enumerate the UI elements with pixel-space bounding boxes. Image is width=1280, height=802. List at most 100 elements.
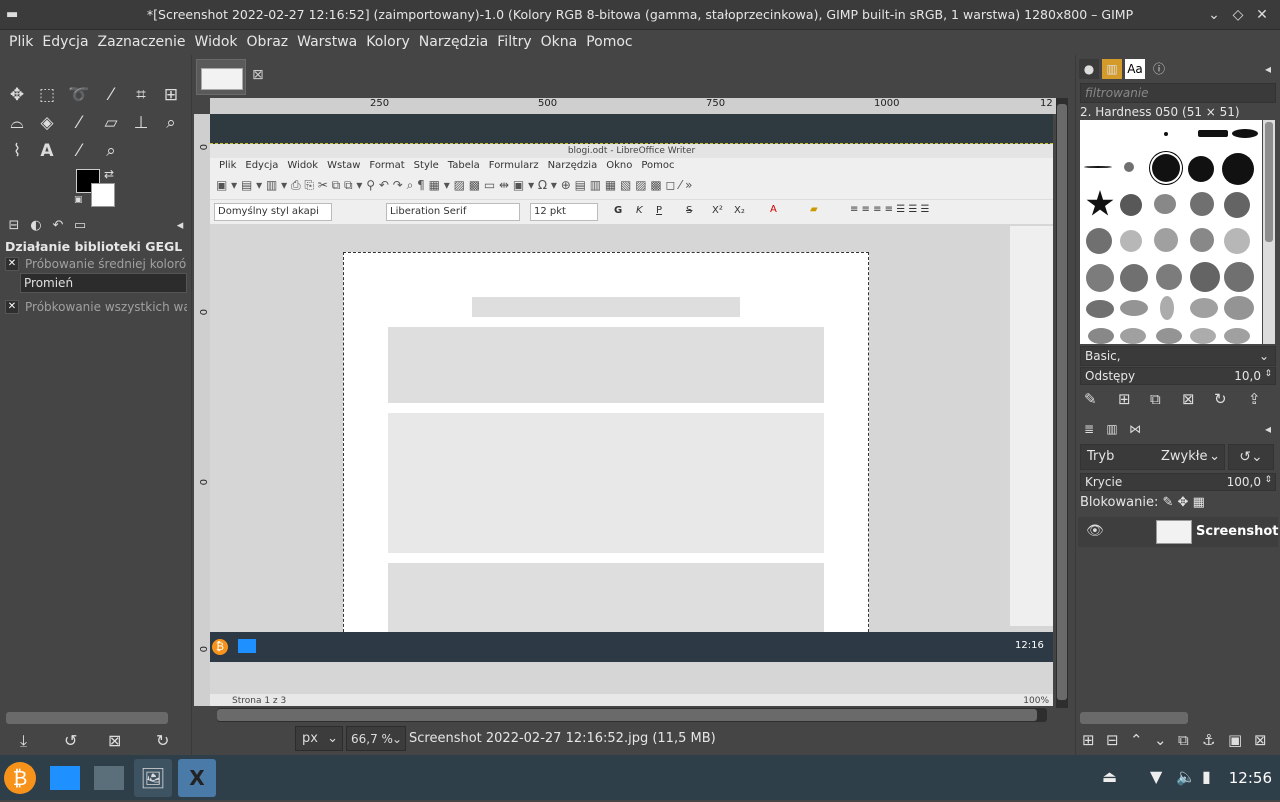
close-icon[interactable]: ✕ — [1252, 5, 1272, 25]
mask-layer-icon[interactable]: ▣ — [1228, 731, 1242, 749]
text-tool-icon[interactable]: A — [34, 138, 60, 164]
undo-history-tab-icon[interactable]: ↶ — [48, 218, 68, 236]
bitcoin-app-icon[interactable]: ₿ — [4, 762, 36, 794]
brush-item[interactable] — [1156, 328, 1182, 344]
terminal-icon[interactable] — [90, 759, 128, 797]
new-group-icon[interactable]: ⊟ — [1106, 731, 1119, 749]
minimize-icon[interactable]: ⌄ — [1204, 5, 1224, 25]
brush-item[interactable] — [1160, 296, 1174, 320]
smudge-icon[interactable]: ⌕ — [158, 110, 184, 136]
brush-item[interactable] — [1224, 192, 1250, 218]
layer-mode-select[interactable]: Tryb Zwykłe ⌄ — [1080, 444, 1225, 470]
brush-item[interactable] — [1188, 156, 1214, 182]
gimp-task-icon[interactable]: 🖼 — [134, 759, 172, 797]
layers-tab-icon[interactable]: ≣ — [1079, 419, 1099, 439]
usb-drive-icon[interactable]: ⏏ — [1102, 767, 1117, 786]
brush-item[interactable] — [1086, 300, 1114, 318]
menu-help[interactable]: Pomoc — [586, 30, 632, 50]
brush-item[interactable] — [1232, 129, 1258, 138]
layers-scrollbar[interactable] — [1080, 712, 1188, 724]
delete-layer-icon[interactable]: ⊠ — [1254, 731, 1267, 749]
crop-icon[interactable]: ⌗ — [128, 82, 154, 108]
brush-item[interactable] — [1190, 192, 1214, 216]
brush-item[interactable] — [1222, 153, 1254, 185]
fuzzy-select-icon[interactable]: ⁄ — [98, 82, 124, 108]
warp-icon[interactable]: ⌓ — [4, 110, 30, 136]
horizontal-scroll-thumb[interactable] — [217, 709, 1037, 721]
brush-item[interactable] — [1224, 228, 1250, 254]
dock-menu-icon[interactable]: ◂ — [1258, 59, 1278, 79]
radius-field[interactable]: Promień — [20, 273, 187, 293]
battery-icon[interactable]: ▮ — [1202, 767, 1211, 786]
swap-colors-icon[interactable]: ⇄ — [104, 167, 114, 181]
brush-item[interactable] — [1224, 296, 1254, 320]
images-tab-icon[interactable]: ▭ — [70, 218, 90, 236]
brush-item[interactable] — [1120, 300, 1148, 316]
menu-view[interactable]: Widok — [195, 30, 238, 50]
raise-layer-icon[interactable]: ⌃ — [1130, 731, 1143, 749]
menu-select[interactable]: Zaznaczenie — [98, 30, 186, 50]
close-tab-icon[interactable]: ⊠ — [252, 67, 264, 83]
toolbox-scrollbar[interactable] — [6, 712, 168, 724]
duplicate-layer-icon[interactable]: ⧉ — [1178, 731, 1189, 749]
sample-merged-checkbox[interactable]: ✕ — [5, 300, 19, 314]
duplicate-brush-icon[interactable]: ⧉ — [1150, 390, 1161, 408]
vertical-scrollbar[interactable] — [1056, 98, 1068, 708]
brush-item[interactable] — [1190, 328, 1216, 344]
brush-scroll-thumb[interactable] — [1265, 122, 1273, 242]
delete-options-icon[interactable]: ⊠ — [108, 731, 121, 750]
wifi-icon[interactable]: ▼ — [1150, 767, 1162, 786]
brush-item[interactable] — [1154, 228, 1178, 252]
fonts-tab-icon[interactable]: Aa — [1125, 59, 1145, 79]
vertical-ruler[interactable]: 0 2 5 0 5 0 0 7 5 0 — [194, 114, 228, 706]
background-color[interactable] — [91, 183, 115, 207]
menu-layer[interactable]: Warstwa — [297, 30, 357, 50]
lock-pixels-icon[interactable]: ✎ — [1162, 495, 1173, 510]
brush-item[interactable] — [1120, 230, 1142, 252]
new-brush-icon[interactable]: ⊞ — [1118, 390, 1131, 408]
menu-image[interactable]: Obraz — [247, 30, 289, 50]
brush-item[interactable] — [1120, 264, 1148, 292]
vertical-scroll-thumb[interactable] — [1057, 104, 1067, 700]
paintbrush-icon[interactable]: ⁄ — [66, 110, 92, 136]
brush-item[interactable] — [1224, 262, 1254, 292]
brush-item[interactable] — [1164, 132, 1168, 136]
reset-colors-icon[interactable]: ▣ — [74, 195, 84, 205]
device-status-tab-icon[interactable]: ◐ — [26, 218, 46, 236]
brush-item[interactable] — [1154, 194, 1176, 214]
lower-layer-icon[interactable]: ⌄ — [1154, 731, 1167, 749]
open-brush-icon[interactable]: ⇪ — [1248, 390, 1261, 408]
new-layer-icon[interactable]: ⊞ — [1082, 731, 1095, 749]
menu-colors[interactable]: Kolory — [366, 30, 410, 50]
channels-tab-icon[interactable]: ▥ — [1102, 419, 1122, 439]
zoom-icon[interactable]: ⌕ — [98, 138, 124, 164]
brush-grid[interactable] — [1080, 120, 1262, 344]
brush-item[interactable] — [1224, 328, 1250, 344]
refresh-brushes-icon[interactable]: ↻ — [1214, 390, 1227, 408]
mode-reset-button[interactable]: ↺⌄ — [1228, 444, 1274, 470]
image-tab[interactable] — [196, 59, 246, 95]
anchor-layer-icon[interactable]: ⚓ — [1202, 731, 1215, 749]
color-picker-icon[interactable]: ⁄ — [66, 138, 92, 164]
menu-edit[interactable]: Edycja — [42, 30, 88, 50]
clone-icon[interactable]: ⊥ — [128, 110, 154, 136]
transform-icon[interactable]: ⊞ — [158, 82, 184, 108]
paths-tab-icon[interactable]: ⋈ — [1125, 419, 1145, 439]
delete-brush-icon[interactable]: ⊠ — [1182, 390, 1195, 408]
save-options-icon[interactable]: ⤓ — [20, 731, 27, 751]
lock-position-icon[interactable]: ✥ — [1178, 495, 1189, 510]
brush-item[interactable] — [1086, 190, 1114, 216]
unit-select[interactable]: px ⌄ — [295, 726, 343, 751]
brush-item[interactable] — [1190, 298, 1218, 318]
zoom-select[interactable]: 66,7 % ⌄ — [346, 726, 406, 751]
rect-select-icon[interactable]: ⬚ — [34, 82, 60, 108]
brush-scrollbar[interactable] — [1263, 120, 1275, 344]
restore-options-icon[interactable]: ↺ — [64, 731, 77, 750]
visibility-eye-icon[interactable]: 👁 — [1086, 523, 1104, 539]
lasso-icon[interactable]: ➰ — [66, 82, 92, 108]
image-canvas[interactable]: blogi.odt - LibreOffice Writer Plik Edycj… — [210, 114, 1053, 706]
brush-filter-input[interactable]: filtrowanie — [1080, 83, 1276, 103]
layer-row[interactable]: 👁 Screenshot 2 — [1078, 517, 1280, 547]
brush-item[interactable] — [1198, 130, 1228, 137]
opacity-field[interactable]: Krycie 100,0 ⇕ — [1080, 473, 1276, 491]
